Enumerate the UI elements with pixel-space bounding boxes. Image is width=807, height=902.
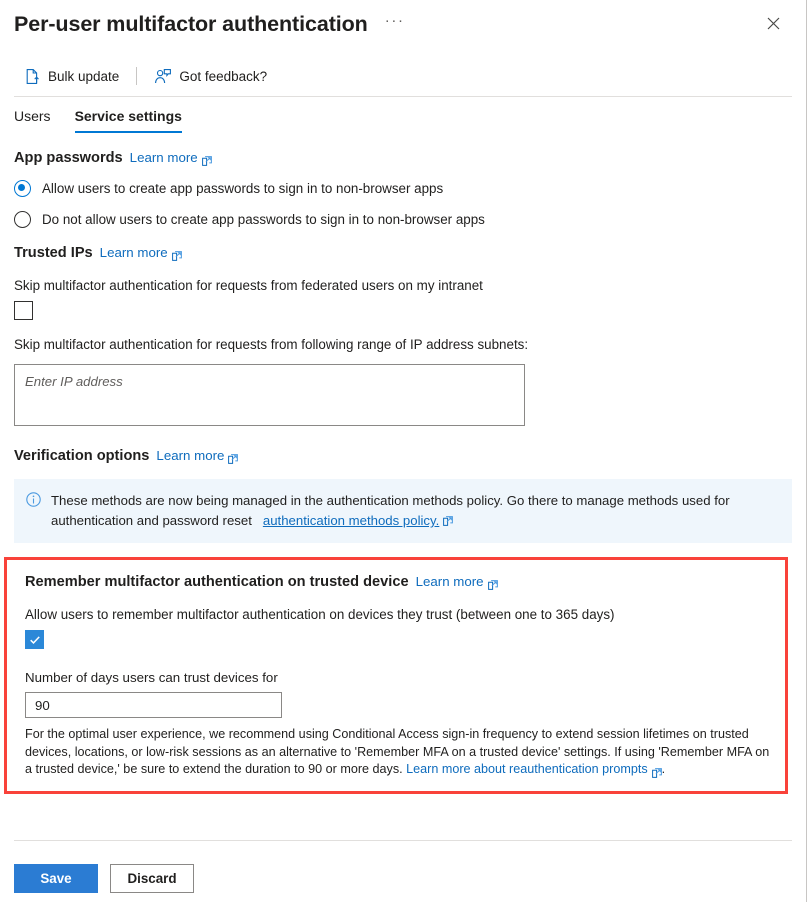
app-passwords-learn-more-link[interactable]: Learn more [129,150,212,166]
days-input-label: Number of days users can trust devices f… [25,670,278,685]
close-icon [767,17,779,29]
close-button[interactable] [760,10,786,36]
verification-options-learn-more-link[interactable]: Learn more [156,448,239,464]
ip-address-input[interactable] [14,364,525,426]
remember-mfa-note-period: . [661,762,666,776]
trusted-ips-header: Trusted IPs Learn more [14,245,792,261]
got-feedback-button[interactable]: Got feedback? [144,61,277,91]
remember-mfa-note: For the optimal user experience, we reco… [25,726,775,779]
remember-mfa-heading: Remember multifactor authentication on t… [25,574,409,590]
page-title: Per-user multifactor authentication [14,12,368,36]
trusted-ips-learn-more-link[interactable]: Learn more [99,245,182,261]
skip-mfa-federated-checkbox[interactable] [14,301,33,320]
info-circle-icon [26,492,41,531]
verification-options-heading: Verification options [14,448,150,464]
external-link-icon [171,249,182,261]
reauthentication-prompts-label: Learn more about reauthentication prompt… [406,762,648,776]
radio-deny-app-passwords[interactable] [14,211,31,228]
tab-service-settings[interactable]: Service settings [74,108,183,133]
info-banner-text: These methods are now being managed in t… [51,491,779,531]
per-user-mfa-panel: Per-user multifactor authentication ··· … [0,0,807,902]
remember-mfa-allow-label: Allow users to remember multifactor auth… [25,607,615,622]
bulk-update-icon [24,68,41,85]
remember-mfa-header: Remember multifactor authentication on t… [25,574,775,590]
remember-mfa-learn-more-label: Learn more [415,574,484,589]
tab-users[interactable]: Users [14,108,51,133]
panel-titlebar: Per-user multifactor authentication ··· [0,0,806,48]
trusted-ips-heading: Trusted IPs [14,245,93,261]
trusted-ips-learn-more-label: Learn more [99,245,168,260]
remember-mfa-section-highlight: Remember multifactor authentication on t… [4,557,788,794]
bulk-update-label: Bulk update [48,68,120,84]
verification-options-learn-more-label: Learn more [156,448,225,463]
save-button[interactable]: Save [14,864,98,893]
app-password-deny-radio-row[interactable]: Do not allow users to create app passwor… [14,211,792,228]
authentication-methods-policy-link[interactable]: authentication methods policy. [263,513,439,528]
command-separator [136,67,138,85]
external-link-icon [487,578,498,590]
checkmark-icon [29,635,40,644]
app-passwords-header: App passwords Learn more [14,150,792,166]
app-passwords-learn-more-label: Learn more [129,150,198,165]
panel-footer: Save Discard [14,840,792,902]
radio-allow-app-passwords[interactable] [14,180,31,197]
remember-mfa-learn-more-link[interactable]: Learn more [415,574,498,590]
skip-mfa-federated-label: Skip multifactor authentication for requ… [14,278,483,293]
got-feedback-label: Got feedback? [179,68,268,84]
more-options-button[interactable]: ··· [382,11,408,37]
tab-list: Users Service settings [0,97,806,133]
command-bar: Bulk update Got feedback? [14,56,792,97]
skip-mfa-subnets-label: Skip multifactor authentication for requ… [14,337,529,352]
external-link-icon [443,512,453,526]
verification-options-header: Verification options Learn more [14,448,792,464]
external-link-icon [651,766,662,778]
reauthentication-prompts-link[interactable]: Learn more about reauthentication prompt… [406,761,662,779]
remember-mfa-allow-checkbox[interactable] [25,630,44,649]
days-input[interactable] [25,692,282,718]
discard-button[interactable]: Discard [110,864,194,893]
verification-options-info-banner: These methods are now being managed in t… [14,479,792,543]
external-link-icon [201,154,212,166]
settings-content: App passwords Learn more Allow users to … [0,133,806,840]
app-password-allow-radio-row[interactable]: Allow users to create app passwords to s… [14,180,792,197]
feedback-icon [154,68,172,85]
bulk-update-button[interactable]: Bulk update [14,61,129,91]
radio-deny-app-passwords-label: Do not allow users to create app passwor… [42,212,485,227]
radio-allow-app-passwords-label: Allow users to create app passwords to s… [42,181,444,196]
app-passwords-heading: App passwords [14,150,123,166]
remember-mfa-section: Remember multifactor authentication on t… [17,574,775,779]
external-link-icon [228,452,239,464]
